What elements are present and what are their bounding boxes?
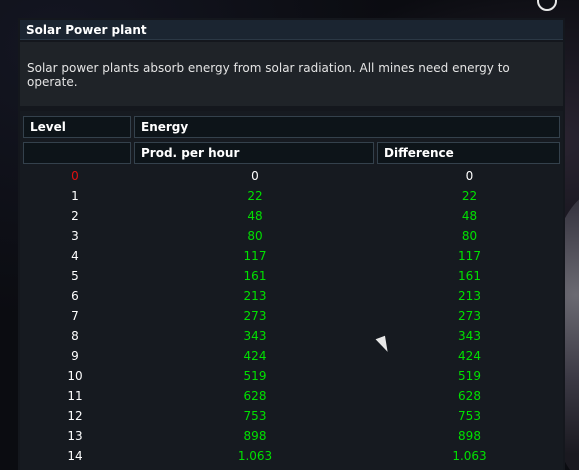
header-blank (23, 142, 131, 164)
level-cell: 11 (67, 389, 83, 403)
prod-cell: 117 (243, 249, 267, 263)
prod-cell: 628 (243, 389, 267, 403)
prod-cell: 1.063 (237, 449, 273, 463)
level-cell: 7 (71, 309, 79, 323)
table-row: 13 898 898 (20, 426, 563, 446)
prod-cell: 80 (247, 229, 263, 243)
difference-cell: 343 (458, 329, 481, 343)
level-cell: 8 (71, 329, 79, 343)
building-description: Solar power plants absorb energy from so… (20, 42, 563, 106)
prod-cell: 161 (243, 269, 267, 283)
difference-cell: 80 (461, 229, 478, 243)
level-cell: 5 (71, 269, 79, 283)
difference-cell: 753 (458, 409, 481, 423)
level-cell: 10 (67, 369, 83, 383)
difference-cell: 213 (458, 289, 481, 303)
panel-title: Solar Power plant (20, 20, 563, 40)
table-row: 1 22 22 (20, 186, 563, 206)
table-row: 11 628 628 (20, 386, 563, 406)
level-cell: 14 (67, 449, 83, 463)
header-energy: Energy (134, 116, 560, 138)
level-cell: 0 (71, 169, 79, 183)
prod-cell: 213 (243, 289, 267, 303)
level-cell: 4 (71, 249, 79, 263)
level-cell: 12 (67, 409, 83, 423)
header-level: Level (23, 116, 131, 138)
difference-cell: 273 (458, 309, 481, 323)
game-background: Solar Power plant Solar power plants abs… (0, 0, 579, 470)
level-cell: 9 (71, 349, 79, 363)
difference-cell: 628 (458, 389, 481, 403)
table-row: 0 0 0 (20, 166, 563, 186)
prod-cell: 48 (247, 209, 263, 223)
building-info-panel: Solar Power plant Solar power plants abs… (18, 18, 565, 470)
difference-cell: 424 (458, 349, 481, 363)
table-row: 5 161 161 (20, 266, 563, 286)
prod-cell: 424 (243, 349, 267, 363)
level-cell: 3 (71, 229, 79, 243)
prod-cell: 519 (243, 369, 267, 383)
prod-cell: 273 (243, 309, 267, 323)
prod-cell: 343 (243, 329, 267, 343)
table-row: 3 80 80 (20, 226, 563, 246)
prod-cell: 898 (243, 429, 267, 443)
table-row: 8 343 343 (20, 326, 563, 346)
production-table: Level Energy Prod. per hour Difference 0… (20, 111, 563, 470)
table-row: 9 424 424 (20, 346, 563, 366)
level-cell: 1 (71, 189, 79, 203)
difference-cell: 0 (465, 169, 474, 183)
table-row: 2 48 48 (20, 206, 563, 226)
difference-cell: 22 (461, 189, 478, 203)
difference-cell: 519 (458, 369, 481, 383)
table-row: 4 117 117 (20, 246, 563, 266)
table-row: 6 213 213 (20, 286, 563, 306)
header-difference: Difference (377, 142, 560, 164)
prod-cell: 0 (251, 169, 259, 183)
difference-cell: 117 (458, 249, 481, 263)
difference-cell: 1.063 (452, 449, 487, 463)
prod-cell: 753 (243, 409, 267, 423)
prod-cell: 22 (247, 189, 263, 203)
table-row: 7 273 273 (20, 306, 563, 326)
level-cell: 2 (71, 209, 79, 223)
close-icon[interactable] (537, 0, 557, 11)
difference-cell: 161 (458, 269, 481, 283)
table-row: 12 753 753 (20, 406, 563, 426)
level-cell: 6 (71, 289, 79, 303)
difference-cell: 48 (461, 209, 478, 223)
level-cell: 13 (67, 429, 83, 443)
table-row: 10 519 519 (20, 366, 563, 386)
header-prod-per-hour: Prod. per hour (134, 142, 374, 164)
difference-cell: 898 (458, 429, 481, 443)
table-row: 14 1.063 1.063 (20, 446, 563, 466)
